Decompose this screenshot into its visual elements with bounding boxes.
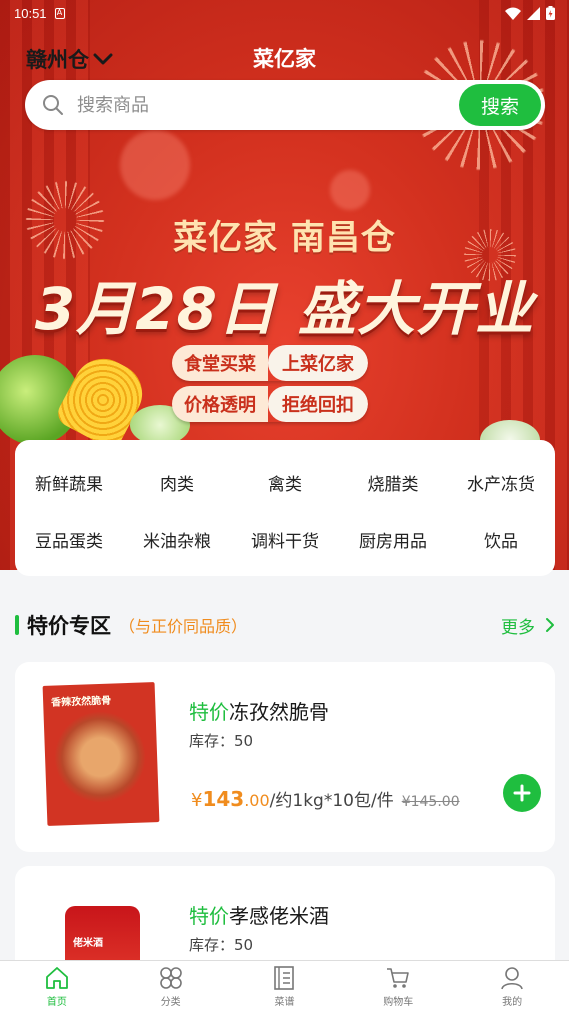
bottom-tab-bar: 首页 分类 菜谱 购物车 我的 xyxy=(0,960,569,1011)
banner-opening-date: 3月28日 盛大开业 xyxy=(34,275,535,343)
category-item[interactable]: 厨房用品 xyxy=(339,511,447,568)
banner-slogan-1: 食堂买菜 上菜亿家 xyxy=(172,345,368,381)
slogan-text: 食堂买菜 xyxy=(172,345,268,381)
recipe-icon xyxy=(274,965,295,990)
category-item[interactable]: 调料干货 xyxy=(231,511,339,568)
tab-label: 我的 xyxy=(502,996,523,1008)
notification-badge: A xyxy=(54,7,65,19)
product-name: 特价冻孜然脆骨 xyxy=(189,696,329,725)
more-link[interactable]: 更多 xyxy=(501,613,555,638)
app-title: 菜亿家 xyxy=(253,47,316,71)
section-accent-bar xyxy=(15,615,19,635)
more-label: 更多 xyxy=(501,617,535,638)
search-bar: 搜索 xyxy=(25,80,545,130)
glow-decoration xyxy=(330,170,370,210)
home-icon xyxy=(45,966,68,989)
category-item[interactable]: 豆品蛋类 xyxy=(15,511,123,568)
product-image: 香辣孜然脆骨 xyxy=(42,682,160,826)
search-icon xyxy=(43,95,63,115)
battery-icon xyxy=(546,6,555,20)
plus-icon xyxy=(513,784,531,802)
category-item[interactable]: 肉类 xyxy=(123,454,231,511)
tab-profile[interactable]: 我的 xyxy=(455,961,569,1011)
chevron-right-icon xyxy=(546,618,554,632)
slogan-text: 上菜亿家 xyxy=(268,345,368,381)
price-amount: 143 xyxy=(202,787,245,811)
product-price: ¥ 143 .00 /约1kg*10包/件 ¥145.00 xyxy=(191,786,460,811)
glow-decoration xyxy=(120,130,190,200)
status-time: 10:51 xyxy=(14,5,47,21)
price-currency: ¥ xyxy=(191,790,203,811)
category-item[interactable]: 烧腊类 xyxy=(339,454,447,511)
product-stock: 库存：50 xyxy=(189,732,254,750)
user-icon xyxy=(501,966,523,989)
category-item[interactable]: 新鲜蔬果 xyxy=(15,454,123,511)
tab-label: 分类 xyxy=(160,996,181,1008)
status-bar: 10:51 A xyxy=(0,0,569,26)
slogan-text: 价格透明 xyxy=(172,386,268,422)
search-input[interactable] xyxy=(77,94,459,116)
price-cents: .00 xyxy=(244,791,270,810)
section-subtitle: （与正价同品质） xyxy=(119,617,248,636)
original-price: ¥145.00 xyxy=(401,794,460,810)
special-tag: 特价 xyxy=(189,904,229,928)
category-icon xyxy=(159,966,182,989)
add-to-cart-button[interactable] xyxy=(503,774,541,812)
tab-label: 首页 xyxy=(46,996,67,1008)
category-grid: 新鲜蔬果 肉类 禽类 烧腊类 水产冻货 豆品蛋类 米油杂粮 调料干货 厨房用品 … xyxy=(15,440,555,576)
cart-icon xyxy=(387,967,410,988)
special-tag: 特价 xyxy=(189,700,229,724)
special-section-header: 特价专区 （与正价同品质） 更多 xyxy=(15,610,555,640)
banner-headline: 菜亿家 南昌仓 xyxy=(173,218,396,258)
section-title: 特价专区 xyxy=(27,614,111,638)
product-title: 孝感佬米酒 xyxy=(229,904,329,928)
search-button[interactable]: 搜索 xyxy=(459,84,541,126)
banner-slogan-2: 价格透明 拒绝回扣 xyxy=(172,386,368,422)
category-item[interactable]: 米油杂粮 xyxy=(123,511,231,568)
product-image-label: 佬米酒 xyxy=(73,938,103,949)
product-card[interactable]: 香辣孜然脆骨 特价冻孜然脆骨 库存：50 ¥ 143 .00 /约1kg*10包… xyxy=(15,662,555,852)
top-bar: 赣州仓 菜亿家 xyxy=(0,36,569,80)
category-item[interactable]: 水产冻货 xyxy=(447,454,555,511)
product-stock: 库存：50 xyxy=(189,936,254,954)
tab-label: 购物车 xyxy=(383,996,414,1008)
tab-recipe[interactable]: 菜谱 xyxy=(228,961,342,1011)
wifi-icon xyxy=(505,7,521,20)
category-item[interactable]: 饮品 xyxy=(447,511,555,568)
category-item[interactable]: 禽类 xyxy=(231,454,339,511)
product-image-label: 香辣孜然脆骨 xyxy=(51,695,112,709)
tab-category[interactable]: 分类 xyxy=(114,961,228,1011)
tab-label: 菜谱 xyxy=(274,996,295,1008)
tab-cart[interactable]: 购物车 xyxy=(341,961,455,1011)
price-unit: /约1kg*10包/件 xyxy=(269,791,394,811)
product-title: 冻孜然脆骨 xyxy=(229,700,329,724)
signal-icon xyxy=(527,6,540,20)
tab-home[interactable]: 首页 xyxy=(0,961,114,1011)
product-name: 特价孝感佬米酒 xyxy=(189,900,329,929)
slogan-text: 拒绝回扣 xyxy=(268,386,368,422)
